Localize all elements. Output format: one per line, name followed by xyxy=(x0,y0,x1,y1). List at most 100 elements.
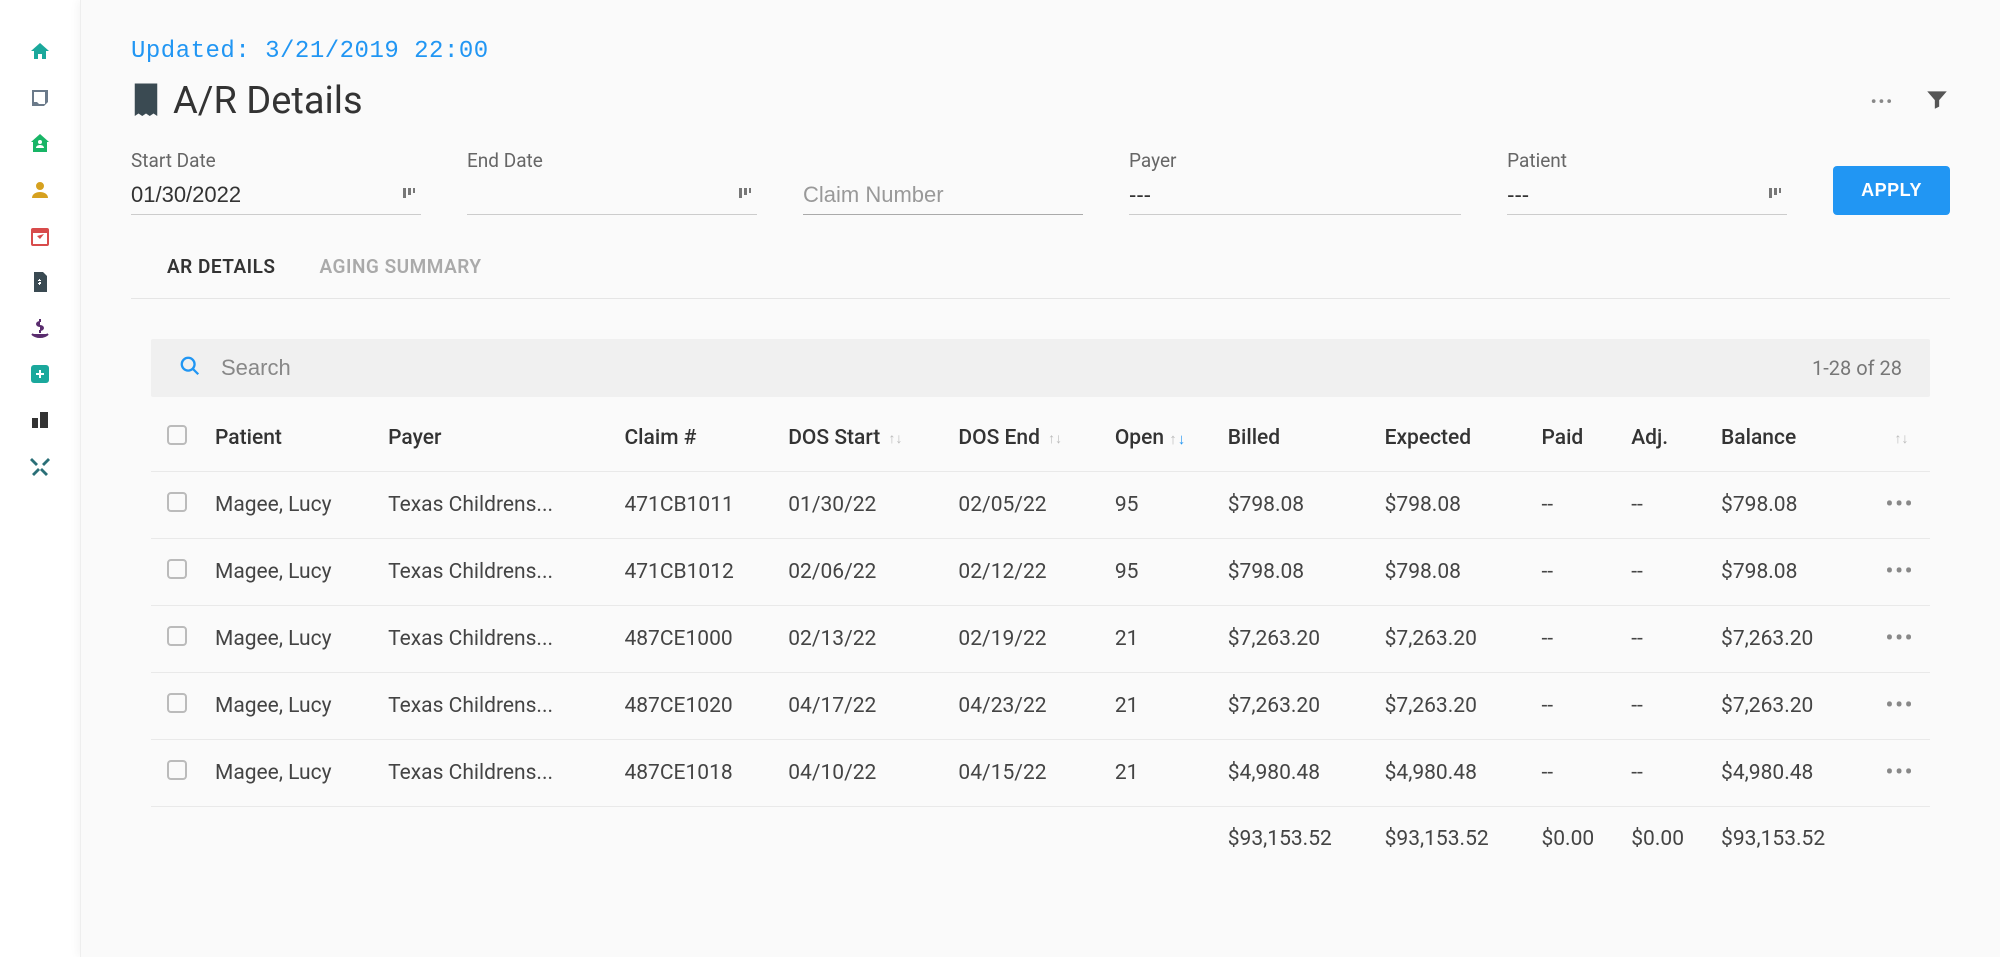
row-checkbox[interactable] xyxy=(167,559,187,579)
cell-claim: 487CE1018 xyxy=(616,740,780,807)
cell-paid: -- xyxy=(1533,740,1623,807)
col-balance[interactable]: Balance xyxy=(1713,403,1870,472)
cell-claim: 487CE1020 xyxy=(616,673,780,740)
table-row[interactable]: Magee, Lucy Texas Childrens... 487CE1020… xyxy=(151,673,1930,740)
cell-balance: $798.08 xyxy=(1713,539,1870,606)
nav-home-icon[interactable] xyxy=(28,40,52,64)
result-count: 1-28 of 28 xyxy=(1812,356,1902,380)
row-actions-icon[interactable]: ••• xyxy=(1886,627,1915,651)
nav-payment-icon[interactable] xyxy=(28,316,52,340)
nav-person-home-icon[interactable] xyxy=(28,132,52,156)
cell-paid: -- xyxy=(1533,673,1623,740)
col-actions[interactable]: ↑↓ xyxy=(1870,403,1930,472)
cell-open: 95 xyxy=(1107,539,1220,606)
row-actions-icon[interactable]: ••• xyxy=(1886,694,1915,718)
row-checkbox[interactable] xyxy=(167,492,187,512)
cell-expected: $798.08 xyxy=(1377,472,1534,539)
table-row[interactable]: Magee, Lucy Texas Childrens... 471CB1012… xyxy=(151,539,1930,606)
cell-patient: Magee, Lucy xyxy=(207,472,380,539)
cell-adj: -- xyxy=(1623,472,1713,539)
table-row[interactable]: Magee, Lucy Texas Childrens... 487CE1018… xyxy=(151,740,1930,807)
table-row[interactable]: Magee, Lucy Texas Childrens... 471CB1011… xyxy=(151,472,1930,539)
cell-patient: Magee, Lucy xyxy=(207,740,380,807)
cell-paid: -- xyxy=(1533,472,1623,539)
nav-invoice-icon[interactable] xyxy=(28,270,52,294)
claim-number-input[interactable] xyxy=(803,158,1083,215)
cell-patient: Magee, Lucy xyxy=(207,673,380,740)
col-adj[interactable]: Adj. xyxy=(1623,403,1713,472)
main-content: Updated: 3/21/2019 22:00 A/R Details •••… xyxy=(80,0,2000,957)
sort-icon: ↑↓ xyxy=(1895,430,1909,447)
patient-label: Patient xyxy=(1507,149,1787,172)
apply-button[interactable]: APPLY xyxy=(1833,166,1950,215)
col-paid[interactable]: Paid xyxy=(1533,403,1623,472)
cell-open: 95 xyxy=(1107,472,1220,539)
cell-balance: $7,263.20 xyxy=(1713,673,1870,740)
nav-tools-icon[interactable] xyxy=(28,454,52,478)
col-expected[interactable]: Expected xyxy=(1377,403,1534,472)
cell-adj: -- xyxy=(1623,606,1713,673)
sort-icon: ↑↓ xyxy=(1048,430,1062,447)
select-all-checkbox[interactable] xyxy=(167,425,187,445)
payer-label: Payer xyxy=(1129,149,1461,172)
totals-row: $93,153.52 $93,153.52 $0.00 $0.00 $93,15… xyxy=(151,807,1930,872)
patient-input[interactable] xyxy=(1507,178,1787,215)
updated-timestamp: Updated: 3/21/2019 22:00 xyxy=(131,38,1950,65)
cell-balance: $4,980.48 xyxy=(1713,740,1870,807)
cell-expected: $7,263.20 xyxy=(1377,606,1534,673)
cell-dos-start: 04/17/22 xyxy=(780,673,950,740)
sort-icon: ↑↓ xyxy=(1169,430,1185,448)
payer-input[interactable] xyxy=(1129,178,1461,215)
filter-icon[interactable] xyxy=(1924,86,1950,116)
search-input[interactable] xyxy=(221,355,1812,381)
cell-dos-end: 02/12/22 xyxy=(950,539,1106,606)
row-actions-icon[interactable]: ••• xyxy=(1886,761,1915,785)
patient-field: Patient xyxy=(1507,149,1787,215)
nav-calendar-icon[interactable] xyxy=(28,224,52,248)
calendar-icon[interactable] xyxy=(737,185,753,205)
end-date-field: End Date xyxy=(467,149,757,215)
row-actions-icon[interactable]: ••• xyxy=(1886,493,1915,517)
cell-open: 21 xyxy=(1107,740,1220,807)
col-billed[interactable]: Billed xyxy=(1220,403,1377,472)
row-checkbox[interactable] xyxy=(167,693,187,713)
patient-picker-icon[interactable] xyxy=(1767,185,1783,205)
end-date-label: End Date xyxy=(467,149,757,172)
tab-aging-summary[interactable]: AGING SUMMARY xyxy=(320,251,482,298)
start-date-label: Start Date xyxy=(131,149,421,172)
cell-payer: Texas Childrens... xyxy=(380,673,616,740)
nav-org-icon[interactable] xyxy=(28,408,52,432)
nav-inbox-icon[interactable] xyxy=(28,86,52,110)
start-date-input[interactable] xyxy=(131,178,421,215)
col-dos-start[interactable]: DOS Start ↑↓ xyxy=(780,403,950,472)
tab-ar-details[interactable]: AR DETAILS xyxy=(167,251,276,298)
col-open[interactable]: Open ↑↓ xyxy=(1107,403,1220,472)
col-dos-end[interactable]: DOS End ↑↓ xyxy=(950,403,1106,472)
total-paid: $0.00 xyxy=(1533,807,1623,872)
table-row[interactable]: Magee, Lucy Texas Childrens... 487CE1000… xyxy=(151,606,1930,673)
col-claim[interactable]: Claim # xyxy=(616,403,780,472)
nav-add-icon[interactable] xyxy=(28,362,52,386)
more-options-icon[interactable]: ••• xyxy=(1871,92,1894,111)
cell-patient: Magee, Lucy xyxy=(207,606,380,673)
col-payer[interactable]: Payer xyxy=(380,403,616,472)
cell-billed: $7,263.20 xyxy=(1220,606,1377,673)
search-icon[interactable] xyxy=(179,355,201,381)
nav-user-icon[interactable] xyxy=(28,178,52,202)
filters-row: Start Date End Date Payer Patient A xyxy=(131,149,1950,215)
cell-expected: $798.08 xyxy=(1377,539,1534,606)
col-patient[interactable]: Patient xyxy=(207,403,380,472)
payer-field: Payer xyxy=(1129,149,1461,215)
sort-icon: ↑↓ xyxy=(889,430,903,447)
cell-patient: Magee, Lucy xyxy=(207,539,380,606)
cell-open: 21 xyxy=(1107,606,1220,673)
row-actions-icon[interactable]: ••• xyxy=(1886,560,1915,584)
cell-paid: -- xyxy=(1533,539,1623,606)
cell-billed: $798.08 xyxy=(1220,539,1377,606)
content-area: 1-28 of 28 Patient Payer Claim # DOS Sta… xyxy=(131,299,1950,957)
row-checkbox[interactable] xyxy=(167,626,187,646)
cell-dos-end: 04/15/22 xyxy=(950,740,1106,807)
calendar-icon[interactable] xyxy=(401,185,417,205)
row-checkbox[interactable] xyxy=(167,760,187,780)
end-date-input[interactable] xyxy=(467,178,757,215)
